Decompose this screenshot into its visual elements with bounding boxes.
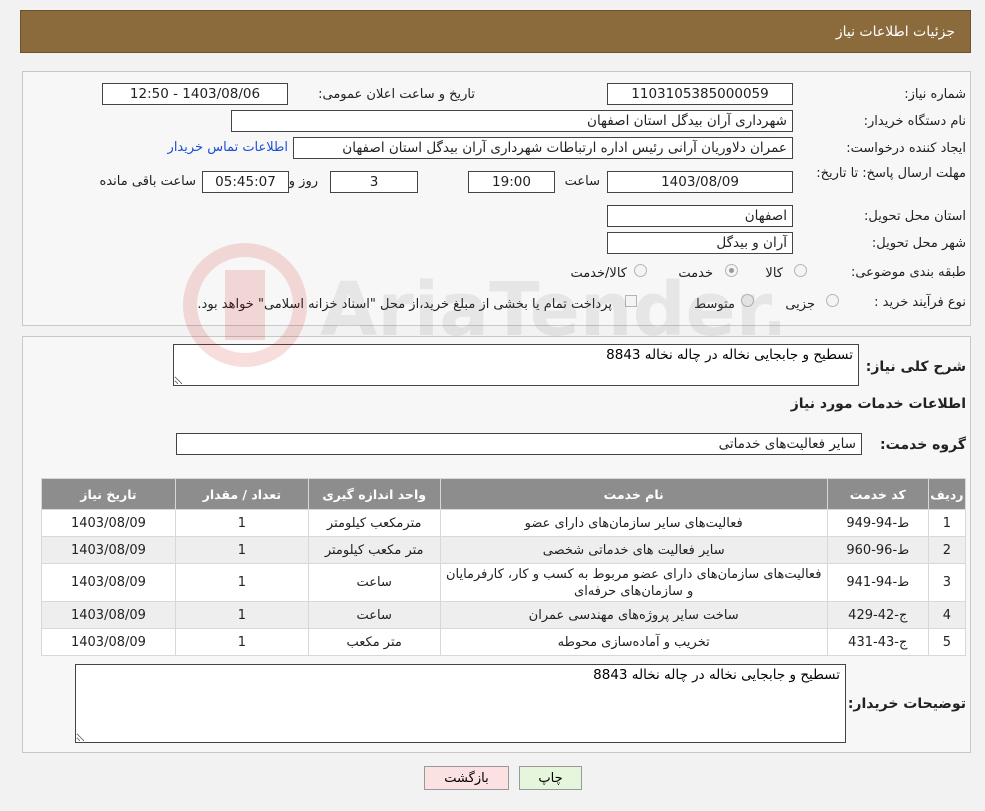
cell-unit: ساعت — [307, 601, 441, 629]
announce-label: تاریخ و ساعت اعلان عمومی: — [318, 87, 475, 102]
cell-service-name: تخریب و آماده‌سازی محوطه — [439, 628, 828, 656]
cell-quantity: 1 — [174, 509, 309, 537]
table-row: 2 ط-96-960 سایر فعالیت های خدماتی شخصی م… — [41, 536, 967, 564]
category-label: طبقه بندی موضوعی: — [850, 265, 966, 280]
payment-note: پرداخت تمام یا بخشی از مبلغ خرید،از محل … — [197, 297, 612, 312]
creator-label: ایجاد کننده درخواست: — [846, 141, 966, 156]
service-group-label: گروه خدمت: — [880, 437, 966, 453]
process-medium-radio[interactable] — [741, 294, 754, 307]
summary-label: شرح کلی نیاز: — [865, 359, 966, 375]
city-label: شهر محل تحویل: — [871, 236, 966, 251]
buyer-notes-label: توضیحات خریدار: — [847, 696, 966, 712]
remaining-label: ساعت باقی مانده — [99, 174, 196, 189]
page-header: جزئیات اطلاعات نیاز — [20, 10, 971, 53]
back-button[interactable]: بازگشت — [424, 766, 509, 790]
cell-quantity: 1 — [174, 601, 309, 629]
cell-row-number: 5 — [927, 628, 967, 656]
cell-service-code: ط-94-941 — [826, 563, 929, 602]
cell-service-name: سایر فعالیت های خدماتی شخصی — [439, 536, 828, 564]
category-both-label: کالا/خدمت — [570, 266, 627, 281]
process-minor-radio[interactable] — [826, 294, 839, 307]
table-row: 3 ط-94-941 فعالیت‌های سازمان‌های دارای ع… — [41, 563, 967, 602]
table-header-row: ردیف کد خدمت نام خدمت واحد اندازه گیری ت… — [41, 478, 967, 510]
deadline-time-label: ساعت — [564, 174, 600, 189]
col-service-name: نام خدمت — [439, 478, 828, 510]
creator-field[interactable]: عمران دلاوریان آرانی رئیس اداره ارتباطات… — [293, 137, 793, 159]
category-service-label: خدمت — [678, 266, 713, 281]
services-section-title: اطلاعات خدمات مورد نیاز — [790, 396, 966, 412]
cell-quantity: 1 — [174, 628, 309, 656]
print-button[interactable]: چاپ — [519, 766, 582, 790]
category-goods-radio[interactable] — [794, 264, 807, 277]
cell-need-date: 1403/08/09 — [41, 628, 176, 656]
cell-quantity: 1 — [174, 536, 309, 564]
col-unit: واحد اندازه گیری — [307, 478, 441, 510]
cell-service-code: ج-42-429 — [826, 601, 929, 629]
col-quantity: تعداد / مقدار — [174, 478, 309, 510]
cell-need-date: 1403/08/09 — [41, 601, 176, 629]
col-need-date: تاریخ نیاز — [41, 478, 176, 510]
province-field[interactable]: اصفهان — [607, 205, 793, 227]
cell-need-date: 1403/08/09 — [41, 563, 176, 602]
col-service-code: کد خدمت — [826, 478, 929, 510]
deadline-date-field[interactable]: 1403/08/09 — [607, 171, 793, 193]
need-number-field[interactable]: 1103105385000059 — [607, 83, 793, 105]
col-row-number: ردیف — [927, 478, 967, 510]
cell-service-code: ط-94-949 — [826, 509, 929, 537]
buyer-field[interactable]: شهرداری آران بیدگل استان اصفهان — [231, 110, 793, 132]
summary-textarea[interactable]: تسطیح و جابجایی نخاله در چاله نخاله 8843 — [173, 344, 859, 386]
cell-service-name: فعالیت‌های سایر سازمان‌های دارای عضو — [439, 509, 828, 537]
cell-need-date: 1403/08/09 — [41, 536, 176, 564]
cell-unit: متر مکعب کیلومتر — [307, 536, 441, 564]
deadline-label: مهلت ارسال پاسخ: تا تاریخ: — [816, 166, 966, 181]
cell-unit: متر مکعب — [307, 628, 441, 656]
table-row: 4 ج-42-429 ساخت سایر پروژه‌های مهندسی عم… — [41, 601, 967, 629]
page-title: جزئیات اطلاعات نیاز — [835, 23, 955, 40]
category-service-radio[interactable] — [725, 264, 738, 277]
cell-row-number: 3 — [927, 563, 967, 602]
cell-quantity: 1 — [174, 563, 309, 602]
contact-buyer-link[interactable]: اطلاعات تماس خریدار — [168, 140, 288, 155]
category-goods-label: کالا — [765, 266, 783, 281]
cell-service-name: فعالیت‌های سازمان‌های دارای عضو مربوط به… — [439, 563, 828, 602]
announce-field[interactable]: 1403/08/06 - 12:50 — [102, 83, 288, 105]
treasury-payment-checkbox[interactable] — [625, 295, 637, 307]
city-field[interactable]: آران و بیدگل — [607, 232, 793, 254]
process-label: نوع فرآیند خرید : — [874, 295, 966, 310]
deadline-time-field[interactable]: 19:00 — [468, 171, 555, 193]
service-group-field[interactable]: سایر فعالیت‌های خدماتی — [176, 433, 862, 455]
table-row: 5 ج-43-431 تخریب و آماده‌سازی محوطه متر … — [41, 628, 967, 656]
services-table: ردیف کد خدمت نام خدمت واحد اندازه گیری ت… — [41, 478, 967, 656]
cell-service-code: ط-96-960 — [826, 536, 929, 564]
category-both-radio[interactable] — [634, 264, 647, 277]
province-label: استان محل تحویل: — [864, 209, 966, 224]
days-field[interactable]: 3 — [330, 171, 418, 193]
table-row: 1 ط-94-949 فعالیت‌های سایر سازمان‌های دا… — [41, 509, 967, 537]
process-medium-label: متوسط — [694, 297, 735, 312]
remaining-time-field[interactable]: 05:45:07 — [202, 171, 289, 193]
cell-row-number: 1 — [927, 509, 967, 537]
process-minor-label: جزیی — [785, 297, 815, 312]
days-label: روز و — [288, 174, 318, 189]
need-number-label: شماره نیاز: — [904, 87, 966, 102]
cell-service-code: ج-43-431 — [826, 628, 929, 656]
cell-row-number: 4 — [927, 601, 967, 629]
cell-unit: ساعت — [307, 563, 441, 602]
buyer-label: نام دستگاه خریدار: — [863, 114, 966, 129]
buyer-notes-textarea[interactable]: تسطیح و جابجایی نخاله در چاله نخاله 8843 — [75, 664, 846, 743]
cell-row-number: 2 — [927, 536, 967, 564]
cell-unit: مترمکعب کیلومتر — [307, 509, 441, 537]
cell-service-name: ساخت سایر پروژه‌های مهندسی عمران — [439, 601, 828, 629]
cell-need-date: 1403/08/09 — [41, 509, 176, 537]
